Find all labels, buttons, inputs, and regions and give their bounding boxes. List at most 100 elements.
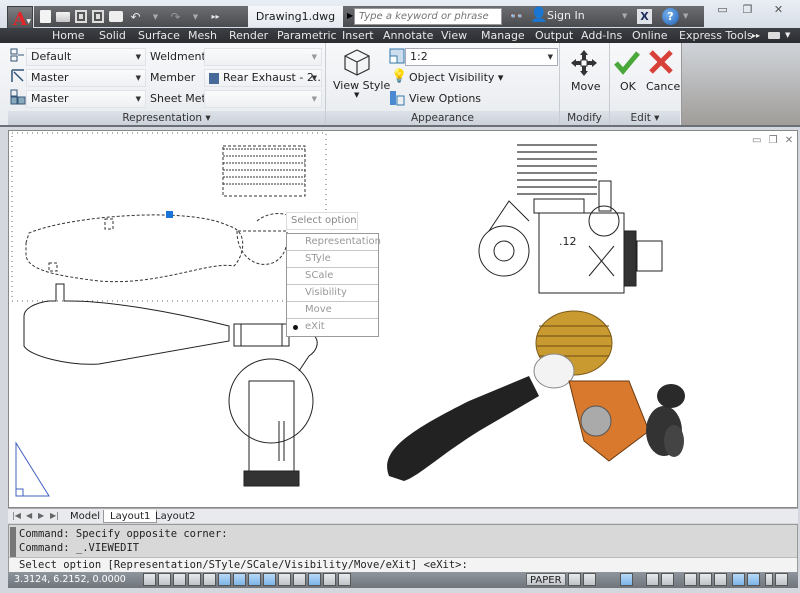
ortho-mode-icon[interactable] [188,573,201,586]
annotation-visibility-icon[interactable] [661,573,674,586]
close-button[interactable]: ✕ [766,1,791,18]
open-icon[interactable] [56,11,70,22]
design-view-combo[interactable]: Master ▼ [26,69,146,87]
menu-item-scale[interactable]: SCale [287,268,378,285]
tab-add-ins[interactable]: Add-Ins [581,28,622,43]
tab-parametric[interactable]: Parametric [277,28,337,43]
menu-item-visibility[interactable]: Visibility [287,285,378,302]
clean-screen-icon[interactable] [775,573,788,586]
chevron-down-icon[interactable]: ▼ [622,12,627,20]
infer-constraints-icon[interactable] [143,573,156,586]
dynamic-ucs-icon[interactable] [263,573,276,586]
snap-mode-icon[interactable] [158,573,171,586]
save-icon[interactable] [75,10,87,23]
plot-icon[interactable] [109,11,123,22]
menu-item-exit[interactable]: eXit [287,319,378,336]
representation-panel-title[interactable]: Representation ▾ [8,111,325,125]
workspace-switching-icon[interactable] [684,573,697,586]
maximize-viewport-icon[interactable] [620,573,633,586]
lineweight-icon[interactable] [293,573,306,586]
minimize-button[interactable]: ▭ [710,1,735,18]
tab-annotate[interactable]: Annotate [383,28,433,43]
command-input[interactable]: Select option [Representation/STyle/SCal… [9,557,797,572]
binoculars-icon[interactable]: 👓 [509,9,524,23]
drawing-area[interactable]: ▭ ❐ ✕ .12 [8,130,798,508]
status-menu-icon[interactable] [765,573,773,586]
model-state-combo[interactable]: Default ▼ [26,48,146,66]
otrack-icon[interactable] [248,573,261,586]
more-icon[interactable]: ▸▸ [208,10,223,24]
3d-object-snap-icon[interactable] [233,573,246,586]
tab-model[interactable]: Model [64,510,106,523]
quick-properties-icon[interactable] [323,573,336,586]
last-tab-icon[interactable]: ▶| [50,511,59,520]
tab-render[interactable]: Render [229,28,268,43]
member-combo[interactable]: Rear Exhaust - 2... ▼ [204,69,322,87]
restore-button[interactable]: ❐ [735,1,760,18]
menu-item-style[interactable]: STyle [287,251,378,268]
more-tabs-icon[interactable]: ▸▸ [752,28,760,43]
tab-manage[interactable]: Manage [481,28,525,43]
help-icon[interactable]: ? [662,8,679,25]
undo-icon[interactable]: ↶ [128,10,143,24]
new-icon[interactable] [40,10,51,23]
ribbon-minimize-icon[interactable] [768,32,780,39]
next-tab-icon[interactable]: ▶ [38,511,44,520]
polar-tracking-icon[interactable] [203,573,216,586]
ok-button[interactable]: OK [620,80,636,93]
paper-model-toggle[interactable]: PAPER [526,573,566,586]
sign-in-button[interactable]: Sign In [547,9,585,22]
redo-dropdown-icon[interactable]: ▼ [188,10,203,24]
selection-cycling-icon[interactable] [338,573,351,586]
dynamic-input-icon[interactable] [278,573,291,586]
lock-icon[interactable] [699,573,712,586]
hardware-acceleration-icon[interactable] [714,573,727,586]
tab-layout2[interactable]: Layout2 [149,510,201,523]
object-visibility-button[interactable]: Object Visibility ▾ [409,71,503,84]
tab-online[interactable]: Online [632,28,667,43]
view-style-button[interactable]: View Style [333,79,390,92]
command-line-grip[interactable] [10,527,16,561]
weldment-combo[interactable]: ▼ [204,48,322,66]
cancel-button[interactable]: Cancel [646,80,683,93]
positional-combo[interactable]: Master ▼ [26,90,146,108]
option-menu: Representation STyle SCale Visibility Mo… [286,233,381,337]
previous-tab-icon[interactable]: ◀ [26,511,32,520]
exchange-icon[interactable]: X [637,9,652,24]
tab-home[interactable]: Home [52,28,84,43]
close-icon: ✕ [773,3,784,16]
sheet-metal-combo[interactable]: ▼ [204,90,322,108]
grid-display-icon[interactable] [173,573,186,586]
undo-dropdown-icon[interactable]: ▼ [148,10,163,24]
engine-3d-view [387,310,685,481]
object-snap-icon[interactable] [218,573,231,586]
tab-insert[interactable]: Insert [342,28,374,43]
scale-combo[interactable]: 1:2 ▼ [405,48,558,66]
tab-surface[interactable]: Surface [138,28,180,43]
quick-view-layouts-icon[interactable] [568,573,581,586]
redo-icon[interactable]: ↷ [168,10,183,24]
tab-express-tools[interactable]: Express Tools [679,28,753,43]
tab-output[interactable]: Output [535,28,573,43]
isolate-objects-icon[interactable] [732,573,745,586]
annotation-scale-icon[interactable] [646,573,659,586]
chevron-down-icon[interactable]: ▼ [354,91,359,99]
move-button[interactable]: Move [571,80,601,93]
block-editor-icon[interactable] [747,573,760,586]
edit-panel-title[interactable]: Edit ▾ [610,111,680,125]
menu-item-move[interactable]: Move [287,302,378,319]
first-tab-icon[interactable]: |◀ [12,511,21,520]
save-as-icon[interactable] [92,10,104,23]
menu-item-representation[interactable]: Representation [287,234,381,251]
tab-view[interactable]: View [441,28,467,43]
chevron-down-icon[interactable]: ▼ [683,12,688,20]
chevron-down-icon: ▼ [135,74,141,82]
search-input[interactable] [354,8,502,25]
expand-search-icon[interactable]: ▶ [347,11,353,20]
tab-solid[interactable]: Solid [99,28,126,43]
transparency-icon[interactable] [308,573,321,586]
tab-mesh[interactable]: Mesh [188,28,217,43]
quick-view-drawings-icon[interactable] [583,573,596,586]
chevron-down-icon[interactable]: ▼ [785,28,790,43]
view-options-button[interactable]: View Options [409,92,481,105]
